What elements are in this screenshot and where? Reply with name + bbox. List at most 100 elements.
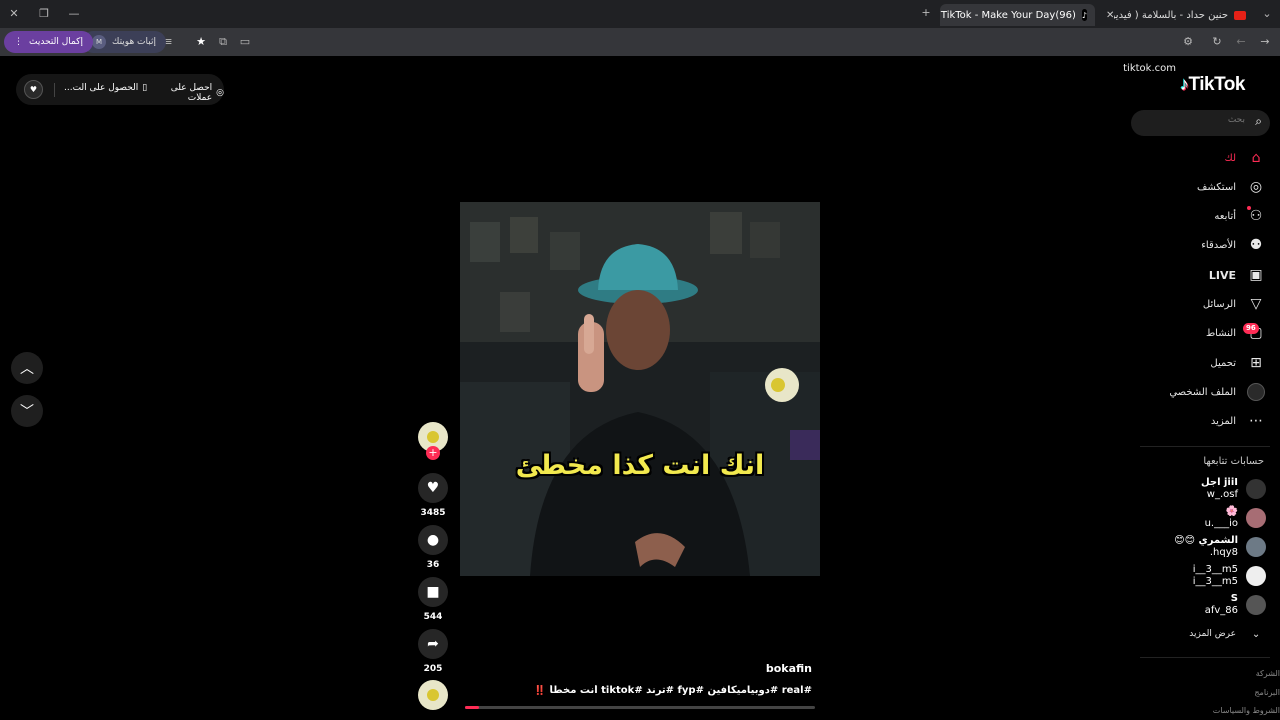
video-progress-fill [465,706,479,709]
next-video-button[interactable]: ﹀ [11,395,43,427]
save-count: 544 [423,612,443,622]
video-description: #real #دوبياميكافين #fyp #ترند #tiktok أ… [533,685,812,696]
tiktok-logo[interactable]: ♪TikTok [1180,74,1245,96]
share-icon: ➦ [427,636,439,652]
bookmark-star-icon[interactable]: ★ [193,34,209,50]
minimize-window-icon[interactable]: — [66,6,82,22]
site-settings-icon[interactable]: ⚙ [1180,34,1196,50]
finish-update-button[interactable]: إكمال التحديث ⋮ [4,31,93,53]
browser-tab-bar: ✕ ❐ — + ♪ (96)TikTok - Make Your Day ✕ ح… [0,0,1280,28]
nav-explore[interactable]: ◎ استكشف [1197,175,1266,199]
footer-company-link[interactable]: الشركة [1256,669,1280,678]
nav-following[interactable]: ⚇ أتابعه [1214,204,1266,228]
video-player[interactable]: انك انت كذا مخطئ [460,202,820,576]
like-count: 3485 [420,508,446,518]
previous-video-button[interactable]: ︿ [11,352,43,384]
share-count: 205 [423,664,443,674]
following-dot [1247,206,1251,210]
tab-close-icon[interactable]: ✕ [1106,10,1114,21]
forward-icon[interactable]: ← [1233,34,1249,50]
followed-account[interactable]: 🌸 u.___io [1205,506,1266,530]
save-button[interactable]: ■ [418,577,448,607]
see-more-button[interactable]: ⌄ عرض المزيد [1189,622,1266,646]
avatar [1246,566,1266,586]
followed-account[interactable]: Safv_86 [1205,593,1266,617]
profile-avatar-icon: M [92,35,106,49]
more-icon: ⋯ [1249,413,1263,429]
avatar [1246,595,1266,615]
tiktok-note-icon: ♪ [1180,74,1189,94]
profile-icon [1246,382,1266,402]
restore-window-icon[interactable]: ❐ [36,6,52,22]
get-app-link[interactable]: ▯ الحصول على الت... [64,83,147,93]
avatar-mark [427,431,439,443]
cast-icon[interactable]: ▭ [237,34,253,50]
promo-divider [54,83,55,97]
nav-messages[interactable]: ▽ الرسائل [1203,292,1266,316]
avatar [1246,479,1266,499]
compass-icon: ◎ [1249,179,1263,195]
nav-friends[interactable]: ⚉ الأصدقاء [1201,233,1266,257]
share-button[interactable]: ➦ [418,629,448,659]
followed-account[interactable]: jiiI اجل w_.osf [1201,477,1266,501]
followed-account[interactable]: i__3__m5 i__3__m5 [1193,564,1266,588]
video-frame [460,202,820,576]
upload-icon: ⊞ [1250,355,1262,371]
close-window-icon[interactable]: ✕ [6,6,22,22]
youtube-favicon-icon [1234,10,1246,20]
promo-bar: ♥ ▯ الحصول على الت... ◎ احصل على عملات [16,74,224,105]
footer-program-link[interactable]: البرنامج [1254,688,1280,697]
sidebar-divider [1140,446,1270,447]
tab-title: حنين حداد - بالسلامة ( فيديو كليب... [1114,9,1228,21]
nav-for-you[interactable]: ⌂ لك [1225,146,1266,170]
comment-count: 36 [426,560,440,570]
translate-icon[interactable]: ⧉ [215,34,231,50]
url-text[interactable]: tiktok.com [1100,63,1176,74]
home-icon: ⌂ [1251,150,1261,166]
music-disc[interactable] [418,680,448,710]
sidebar-divider [1140,657,1270,658]
chevron-up-icon: ︿ [20,361,34,377]
comment-button[interactable]: ● [418,525,448,555]
messages-icon: ▽ [1250,296,1262,312]
nav-more[interactable]: ⋯ المزيد [1211,409,1266,433]
nav-live[interactable]: ▣ LIVE [1209,263,1266,287]
video-caption-overlay: انك انت كذا مخطئ [515,450,765,481]
back-icon[interactable]: → [1257,34,1273,50]
live-icon: ▣ [1249,267,1263,283]
avatar [1246,537,1266,557]
search-input[interactable] [1141,115,1245,125]
coin-icon: ◎ [216,88,224,98]
reload-icon[interactable]: ↻ [1209,34,1225,50]
friends-icon: ⚉ [1249,237,1263,253]
tiktok-favicon-icon: ♪ [1081,9,1087,21]
followed-account[interactable]: الشمري 😊😊 hqy8. [1174,535,1266,559]
browser-toolbar: → ← ↻ ⚙ tiktok.com ▭ ⧉ ★ ≡ [0,28,1280,74]
search-icon[interactable]: ⌕ [1255,114,1262,129]
nav-profile[interactable]: الملف الشخصي [1169,380,1266,404]
tab-search-icon[interactable]: ⌄ [1259,6,1275,22]
video-username[interactable]: bokafin [600,662,812,675]
verify-identity-button[interactable]: إثبات هويتك M [82,31,166,53]
tab-tiktok[interactable]: ♪ (96)TikTok - Make Your Day ✕ [940,4,1095,26]
video-progress-track[interactable] [465,706,815,709]
like-button[interactable]: ♥ [418,473,448,503]
chevron-down-icon: ﹀ [20,404,34,420]
search-box[interactable]: ⌕ [1131,110,1270,136]
promo-avatar[interactable]: ♥ [24,80,43,99]
new-tab-button[interactable]: + [918,5,934,21]
comment-icon: ● [426,532,440,548]
disc-mark [427,689,439,701]
follow-button[interactable]: + [426,446,440,460]
kebab-menu-icon: ⋮ [14,37,23,47]
tab-youtube[interactable]: حنين حداد - بالسلامة ( فيديو كليب... ✕ [1100,4,1252,26]
following-accounts-title: حسابات تتابعها [1203,456,1264,467]
chevron-down-icon: ⌄ [1251,628,1261,640]
bookmark-icon: ■ [426,584,440,600]
footer-terms-link[interactable]: الشروط والسياسات [1213,706,1280,715]
nav-upload[interactable]: ⊞ تحميل [1210,351,1266,375]
tab-close-icon[interactable]: ✕ [940,10,941,21]
get-coins-link[interactable]: ◎ احصل على عملات [144,83,224,103]
tab-title: (96)TikTok - Make Your Day [940,9,1076,21]
activity-badge: 96 [1243,323,1259,334]
